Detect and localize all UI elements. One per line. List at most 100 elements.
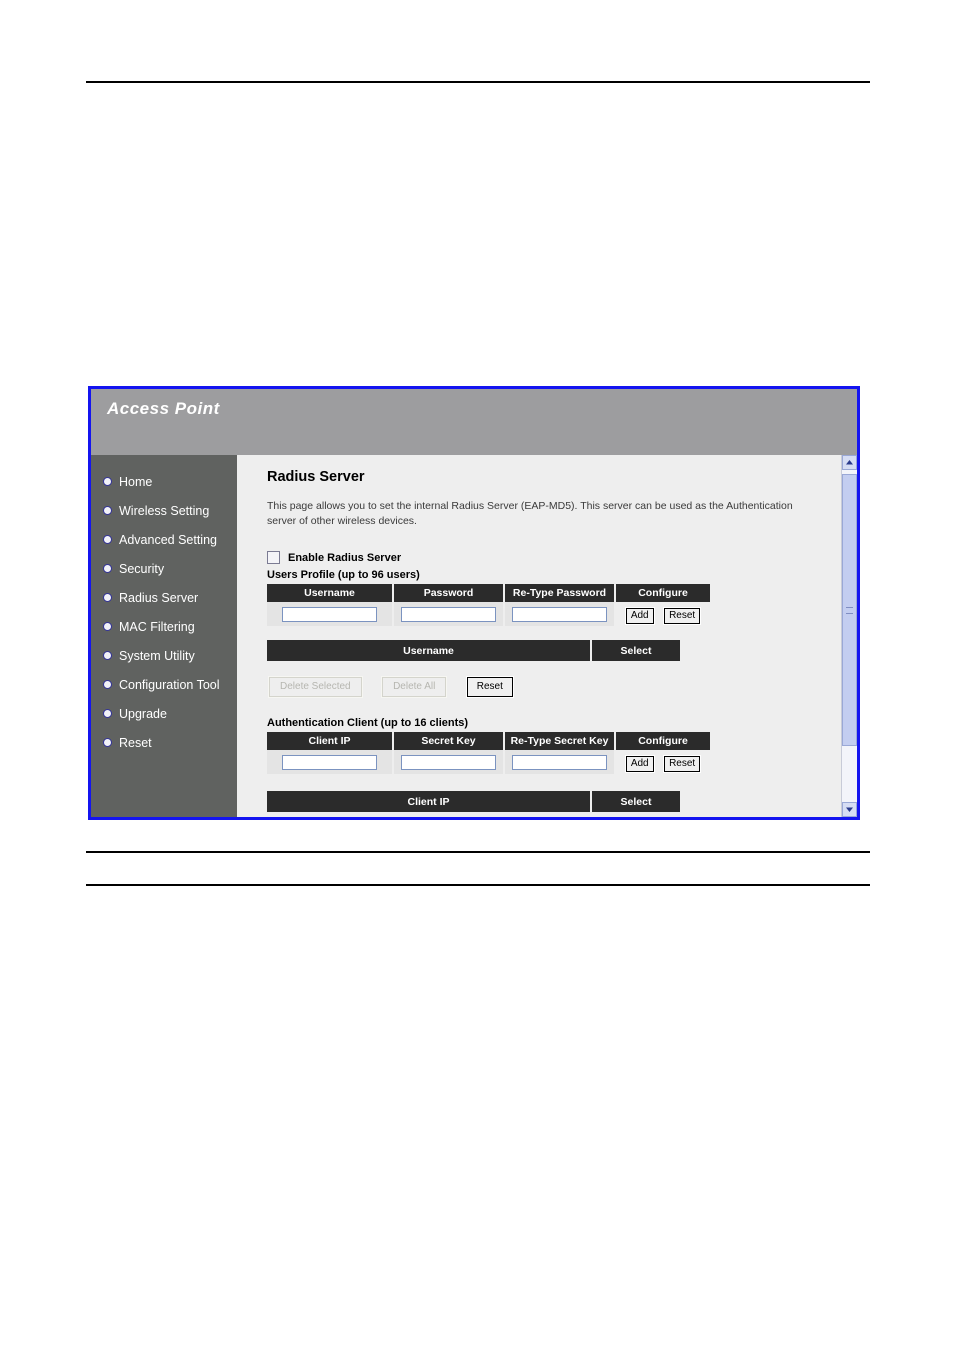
table-header-row: Username Select <box>267 640 680 662</box>
authentication-client-entry-table: Client IP Secret Key Re-Type Secret Key … <box>265 732 712 775</box>
vertical-scrollbar[interactable] <box>841 455 857 817</box>
authentication-client-list-table: Client IP Select <box>265 791 682 813</box>
page-description: This page allows you to set the internal… <box>267 500 793 528</box>
sidebar-item-radius-server[interactable]: Radius Server <box>91 583 237 612</box>
delete-all-button[interactable]: Delete All <box>381 676 448 699</box>
sidebar-item-label: MAC Filtering <box>119 619 195 634</box>
sidebar-item-upgrade[interactable]: Upgrade <box>91 699 237 728</box>
sidebar-item-configuration-tool[interactable]: Configuration Tool <box>91 670 237 699</box>
table-header-row: Username Password Re-Type Password Confi… <box>267 584 710 603</box>
column-header-secret-key: Secret Key <box>394 732 503 751</box>
column-header-username-list: Username <box>267 640 590 662</box>
enable-radius-server-label: Enable Radius Server <box>288 551 402 564</box>
users-profile-list-table: Username Select <box>265 640 682 662</box>
users-add-button[interactable]: Add <box>624 606 655 625</box>
scrollbar-thumb[interactable] <box>842 474 857 746</box>
brand-title: Access Point <box>107 399 220 418</box>
cell-secret-key <box>394 750 503 775</box>
column-header-configure: Configure <box>616 732 710 751</box>
table-row: Add Reset <box>267 750 710 775</box>
chevron-down-icon <box>846 807 853 812</box>
enable-radius-server-checkbox[interactable] <box>267 551 280 565</box>
sidebar-nav: Home Wireless Setting Advanced Setting S… <box>91 455 237 817</box>
bullet-icon <box>104 536 111 543</box>
client-add-button[interactable]: Add <box>624 754 655 773</box>
sidebar-item-system-utility[interactable]: System Utility <box>91 641 237 670</box>
enable-radius-server-row[interactable]: Enable Radius Server <box>267 551 857 565</box>
secret-key-input[interactable] <box>401 754 496 770</box>
users-reset-button[interactable]: Reset <box>663 606 702 625</box>
sidebar-item-label: Advanced Setting <box>119 532 217 547</box>
column-header-username: Username <box>267 584 392 603</box>
column-header-client-ip-list: Client IP <box>267 791 590 813</box>
scrollbar-track[interactable] <box>842 470 857 802</box>
access-point-admin-panel: Access Point Home Wireless Setting Advan… <box>88 386 860 820</box>
bullet-icon <box>104 681 111 688</box>
column-header-client-ip: Client IP <box>267 732 392 751</box>
client-reset-button[interactable]: Reset <box>663 754 702 773</box>
main-content: Radius Server This page allows you to se… <box>237 455 857 817</box>
bullet-icon <box>104 507 111 514</box>
users-profile-section-label: Users Profile (up to 96 users) <box>267 569 420 582</box>
users-list-reset-button[interactable]: Reset <box>465 676 514 699</box>
sidebar-item-home[interactable]: Home <box>91 467 237 496</box>
cell-configure: Add Reset <box>616 602 710 627</box>
cell-client-ip <box>267 750 392 775</box>
column-header-configure: Configure <box>616 584 710 603</box>
sidebar-item-label: System Utility <box>119 648 195 663</box>
column-header-select: Select <box>592 791 680 813</box>
column-header-select: Select <box>592 640 680 662</box>
page-title: Radius Server <box>267 469 365 485</box>
bullet-icon <box>104 594 111 601</box>
sidebar-item-mac-filtering[interactable]: MAC Filtering <box>91 612 237 641</box>
page-rule-middle <box>86 851 870 853</box>
cell-retype-secret-key <box>505 750 614 775</box>
client-ip-input[interactable] <box>282 754 377 770</box>
bullet-icon <box>104 478 111 485</box>
grip-icon <box>846 606 853 614</box>
username-input[interactable] <box>282 606 377 622</box>
bullet-icon <box>104 623 111 630</box>
users-action-row: Delete Selected Delete All Reset <box>268 676 857 699</box>
scroll-down-button[interactable] <box>842 802 857 817</box>
page-rule-bottom <box>86 884 870 886</box>
page-rule-top <box>86 81 870 83</box>
sidebar-item-reset[interactable]: Reset <box>91 728 237 757</box>
sidebar-item-wireless-setting[interactable]: Wireless Setting <box>91 496 237 525</box>
sidebar-item-label: Wireless Setting <box>119 503 210 518</box>
sidebar-item-advanced-setting[interactable]: Advanced Setting <box>91 525 237 554</box>
cell-configure: Add Reset <box>616 750 710 775</box>
sidebar-item-label: Reset <box>119 735 152 750</box>
sidebar-item-label: Configuration Tool <box>119 677 220 692</box>
retype-password-input[interactable] <box>512 606 607 622</box>
sidebar-item-label: Radius Server <box>119 590 199 605</box>
column-header-retype-password: Re-Type Password <box>505 584 614 603</box>
column-header-password: Password <box>394 584 503 603</box>
bullet-icon <box>104 652 111 659</box>
bullet-icon <box>104 739 111 746</box>
authentication-client-section-label: Authentication Client (up to 16 clients) <box>267 717 469 730</box>
cell-username <box>267 602 392 627</box>
scroll-up-button[interactable] <box>842 455 857 470</box>
sidebar-item-label: Security <box>119 561 165 576</box>
users-profile-entry-table: Username Password Re-Type Password Confi… <box>265 584 712 627</box>
cell-password <box>394 602 503 627</box>
cell-retype-password <box>505 602 614 627</box>
chevron-up-icon <box>846 460 853 465</box>
column-header-retype-secret-key: Re-Type Secret Key <box>505 732 614 751</box>
retype-secret-key-input[interactable] <box>512 754 607 770</box>
sidebar-item-security[interactable]: Security <box>91 554 237 583</box>
sidebar-item-label: Upgrade <box>119 706 167 721</box>
table-header-row: Client IP Secret Key Re-Type Secret Key … <box>267 732 710 751</box>
table-row: Add Reset <box>267 602 710 627</box>
panel-body: Home Wireless Setting Advanced Setting S… <box>91 455 857 817</box>
sidebar-item-label: Home <box>119 474 153 489</box>
delete-selected-button[interactable]: Delete Selected <box>268 676 363 699</box>
table-header-row: Client IP Select <box>267 791 680 813</box>
password-input[interactable] <box>401 606 496 622</box>
bullet-icon <box>104 710 111 717</box>
bullet-icon <box>104 565 111 572</box>
brand-header: Access Point <box>91 389 857 455</box>
